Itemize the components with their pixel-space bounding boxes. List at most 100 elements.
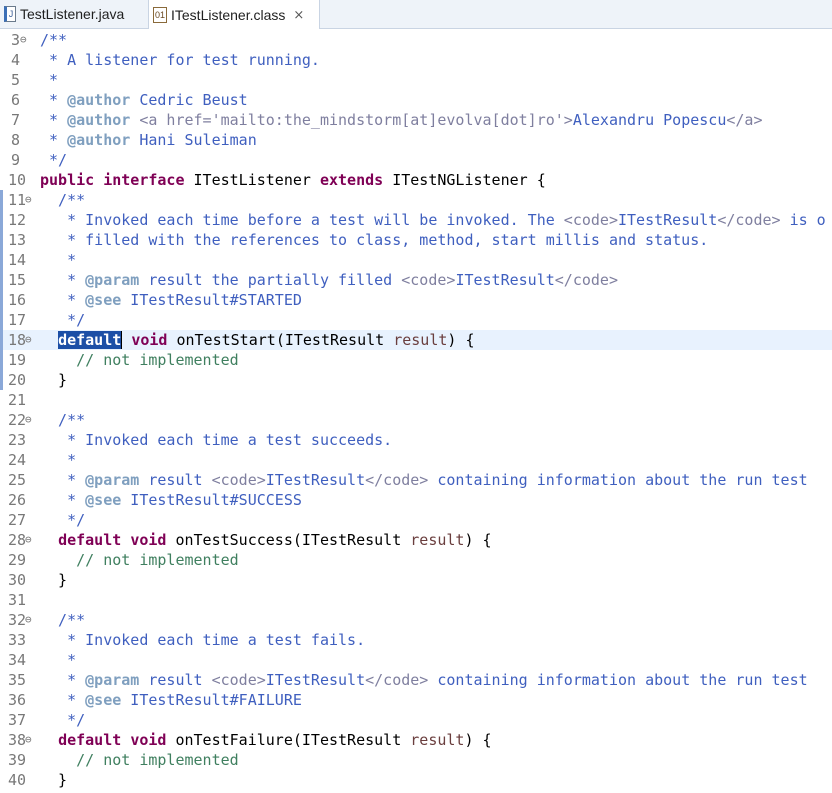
code-text: * @author Cedric Beust [40,91,248,109]
code-line[interactable]: 4 * A listener for test running. [0,50,832,70]
code-text: /** [40,191,86,209]
code-line[interactable]: 6 * @author Cedric Beust [0,90,832,110]
code-line[interactable]: 22 ⊖ /** [0,410,832,430]
line-number: 12 [8,211,27,229]
code-line[interactable]: 17 */ [0,310,832,330]
fold-collapse-icon[interactable]: ⊖ [25,730,37,750]
code-line[interactable]: 32 ⊖ /** [0,610,832,630]
code-line[interactable]: 34 * [0,650,832,670]
code-line[interactable]: 31 [0,590,832,610]
class-file-icon: 01 [153,6,167,23]
code-text: public interface ITestListener extends I… [40,171,546,189]
java-file-icon: J [4,6,16,22]
line-number: 19 [8,351,27,369]
code-line[interactable]: 27 */ [0,510,832,530]
line-number: 25 [8,471,27,489]
code-line[interactable]: 21 [0,390,832,410]
code-text: * @param result the partially filled <co… [40,271,618,289]
code-line[interactable]: 25 * @param result <code>ITestResult</co… [0,470,832,490]
code-text: * [40,71,59,89]
close-icon[interactable]: ⨯ [293,7,304,23]
code-line[interactable]: 14 * [0,250,832,270]
tab-testlistener-java[interactable]: J TestListener.java [0,0,148,28]
code-line[interactable]: 30 } [0,570,832,590]
code-line[interactable]: 35 * @param result <code>ITestResult</co… [0,670,832,690]
line-number: 36 [8,691,27,709]
code-line[interactable]: 26 * @see ITestResult#SUCCESS [0,490,832,510]
code-line[interactable]: 11 ⊖ /** [0,190,832,210]
code-text: } [40,771,68,789]
code-editor[interactable]: 3 ⊖/** 4 * A listener for test running. 5 *… [0,30,832,793]
code-line[interactable]: 37 */ [0,710,832,730]
code-text: * @see ITestResult#FAILURE [40,691,302,709]
line-number: 34 [8,651,27,669]
line-number: 6 [11,91,21,109]
tab-label: ITestListener.class [171,6,286,23]
line-number: 37 [8,711,27,729]
code-line[interactable]: 36 * @see ITestResult#FAILURE [0,690,832,710]
code-text: * A listener for test running. [40,51,320,69]
line-number: 9 [11,151,21,169]
line-number: 5 [11,71,21,89]
code-line[interactable]: 16 * @see ITestResult#STARTED [0,290,832,310]
code-line[interactable]: 7 * @author <a href='mailto:the_mindstor… [0,110,832,130]
line-number: 10 [8,171,27,189]
tab-itestlistener-class[interactable]: 01 ITestListener.class ⨯ [148,0,320,29]
code-text: * @see ITestResult#SUCCESS [40,491,302,509]
code-line[interactable]: 5 * [0,70,832,90]
code-text: // not implemented [76,351,239,369]
code-text: */ [40,311,86,329]
fold-collapse-icon[interactable]: ⊖ [25,190,37,210]
line-number: 16 [8,291,27,309]
code-text: /** [40,411,86,429]
code-text: */ [40,151,68,169]
line-number: 31 [8,591,27,609]
code-line[interactable]: 19 // not implemented [0,350,832,370]
line-number: 27 [8,511,27,529]
code-text: } [40,371,68,389]
code-line[interactable]: 9 */ [0,150,832,170]
code-line[interactable]: 40 } [0,770,832,790]
code-line[interactable]: 8 * @author Hani Suleiman [0,130,832,150]
line-number: 4 [11,51,21,69]
code-text: default void onTestFailure(ITestResult r… [58,731,492,749]
fold-collapse-icon[interactable]: ⊖ [20,30,32,50]
line-number: 35 [8,671,27,689]
line-number: 14 [8,251,27,269]
code-line[interactable]: 24 * [0,450,832,470]
line-number: 21 [8,391,27,409]
code-line[interactable]: 12 * Invoked each time before a test wil… [0,210,832,230]
line-number: 7 [11,111,21,129]
code-text: default void onTestStart(ITestResult res… [58,331,475,349]
editor-tab-bar: J TestListener.java 01 ITestListener.cla… [0,0,832,29]
code-line[interactable]: 23 * Invoked each time a test succeeds. [0,430,832,450]
code-line[interactable]: 33 * Invoked each time a test fails. [0,630,832,650]
fold-collapse-icon[interactable]: ⊖ [25,530,37,550]
line-number: 24 [8,451,27,469]
code-line[interactable]: 28 ⊖ default void onTestSuccess(ITestResu… [0,530,832,550]
code-line[interactable]: 10 public interface ITestListener extends… [0,170,832,190]
code-text: * filled with the references to class, m… [40,231,709,249]
line-number: 30 [8,571,27,589]
line-number: 33 [8,631,27,649]
line-number: 13 [8,231,27,249]
code-line[interactable]: 29 // not implemented [0,550,832,570]
fold-collapse-icon[interactable]: ⊖ [25,410,37,430]
code-line[interactable]: 13 * filled with the references to class… [0,230,832,250]
code-line[interactable]: 38 ⊖ default void onTestFailure(ITestResu… [0,730,832,750]
code-text: * @param result <code>ITestResult</code>… [40,471,808,489]
line-number: 39 [8,751,27,769]
code-text: } [40,571,68,589]
code-line[interactable]: 18 ⊖ default void onTestStart(ITestResult… [0,330,832,350]
code-text: * [40,651,77,669]
fold-collapse-icon[interactable]: ⊖ [25,610,37,630]
fold-collapse-icon[interactable]: ⊖ [25,330,37,350]
code-line[interactable]: 20 } [0,370,832,390]
code-line[interactable]: 15 * @param result the partially filled … [0,270,832,290]
code-text: * @param result <code>ITestResult</code>… [40,671,808,689]
code-text: * Invoked each time a test succeeds. [40,431,393,449]
code-line[interactable]: 3 ⊖/** [0,30,832,50]
line-number: 29 [8,551,27,569]
code-line[interactable]: 39 // not implemented [0,750,832,770]
line-number: 26 [8,491,27,509]
